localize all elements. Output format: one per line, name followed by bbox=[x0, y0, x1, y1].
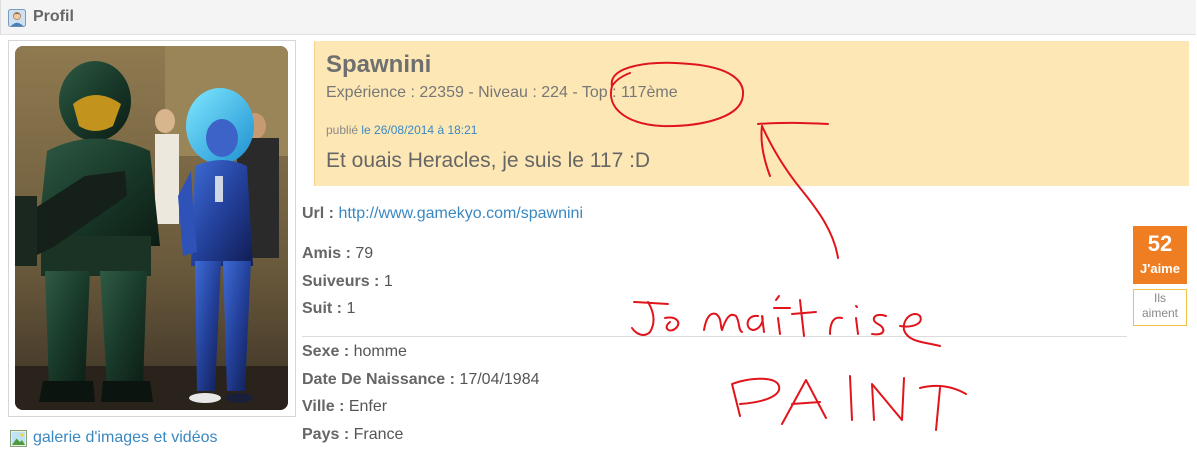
publish-meta: publié le 26/08/2014 à 18:21 bbox=[326, 123, 477, 137]
profile-header: Profil bbox=[0, 0, 1196, 35]
following-label: Suit : bbox=[302, 300, 342, 317]
profile-url-row: Url : http://www.gamekyo.com/spawnini bbox=[302, 205, 583, 223]
image-icon bbox=[10, 429, 27, 447]
username[interactable]: Spawnini bbox=[326, 51, 431, 79]
experience-stats: Expérience : 22359 - Niveau : 224 - Top … bbox=[326, 84, 678, 101]
header-title: Profil bbox=[33, 8, 74, 25]
gender-label: Sexe : bbox=[302, 343, 350, 360]
friends-label: Amis : bbox=[302, 245, 351, 262]
status-message: Et ouais Heracles, je suis le 117 :D bbox=[326, 149, 651, 172]
they-like-link[interactable]: Ils aiment bbox=[1133, 289, 1187, 326]
user-avatar-icon bbox=[8, 9, 26, 27]
gallery-link-label[interactable]: galerie d'images et vidéos bbox=[33, 429, 218, 447]
country-value: France bbox=[353, 426, 404, 443]
city-label: Ville : bbox=[302, 398, 345, 415]
publish-prefix: publié bbox=[326, 123, 359, 137]
they-like-line2: aiment bbox=[1141, 306, 1179, 320]
profile-url-link[interactable]: http://www.gamekyo.com/spawnini bbox=[338, 205, 583, 222]
following-count[interactable]: 1 bbox=[346, 300, 355, 317]
friends-count[interactable]: 79 bbox=[355, 245, 373, 262]
url-label: Url : bbox=[302, 205, 334, 222]
profile-photo[interactable] bbox=[15, 46, 288, 410]
birthdate-value: 17/04/1984 bbox=[459, 371, 540, 388]
like-label: J'aime bbox=[1140, 261, 1180, 276]
followers-count[interactable]: 1 bbox=[384, 273, 393, 290]
they-like-line1: Ils bbox=[1154, 291, 1166, 305]
section-divider bbox=[302, 336, 1127, 337]
publish-date-link[interactable]: le 26/08/2014 à 18:21 bbox=[361, 123, 477, 137]
latest-post-box: Spawnini Expérience : 22359 - Niveau : 2… bbox=[314, 41, 1189, 186]
like-button[interactable]: 52 J'aime bbox=[1133, 226, 1187, 284]
birthdate-label: Date De Naissance : bbox=[302, 371, 455, 388]
friends-row: Amis : 79 bbox=[302, 245, 373, 263]
following-row: Suit : 1 bbox=[302, 300, 355, 318]
profile-photo-frame bbox=[8, 40, 296, 417]
birthdate-row: Date De Naissance : 17/04/1984 bbox=[302, 371, 540, 389]
gallery-link[interactable]: galerie d'images et vidéos bbox=[10, 427, 218, 449]
followers-label: Suiveurs : bbox=[302, 273, 380, 290]
gender-value: homme bbox=[353, 343, 407, 360]
country-row: Pays : France bbox=[302, 426, 403, 444]
like-count: 52 bbox=[1147, 231, 1173, 256]
gender-row: Sexe : homme bbox=[302, 343, 407, 361]
city-row: Ville : Enfer bbox=[302, 398, 387, 416]
country-label: Pays : bbox=[302, 426, 350, 443]
followers-row: Suiveurs : 1 bbox=[302, 273, 393, 291]
city-value: Enfer bbox=[348, 398, 388, 415]
